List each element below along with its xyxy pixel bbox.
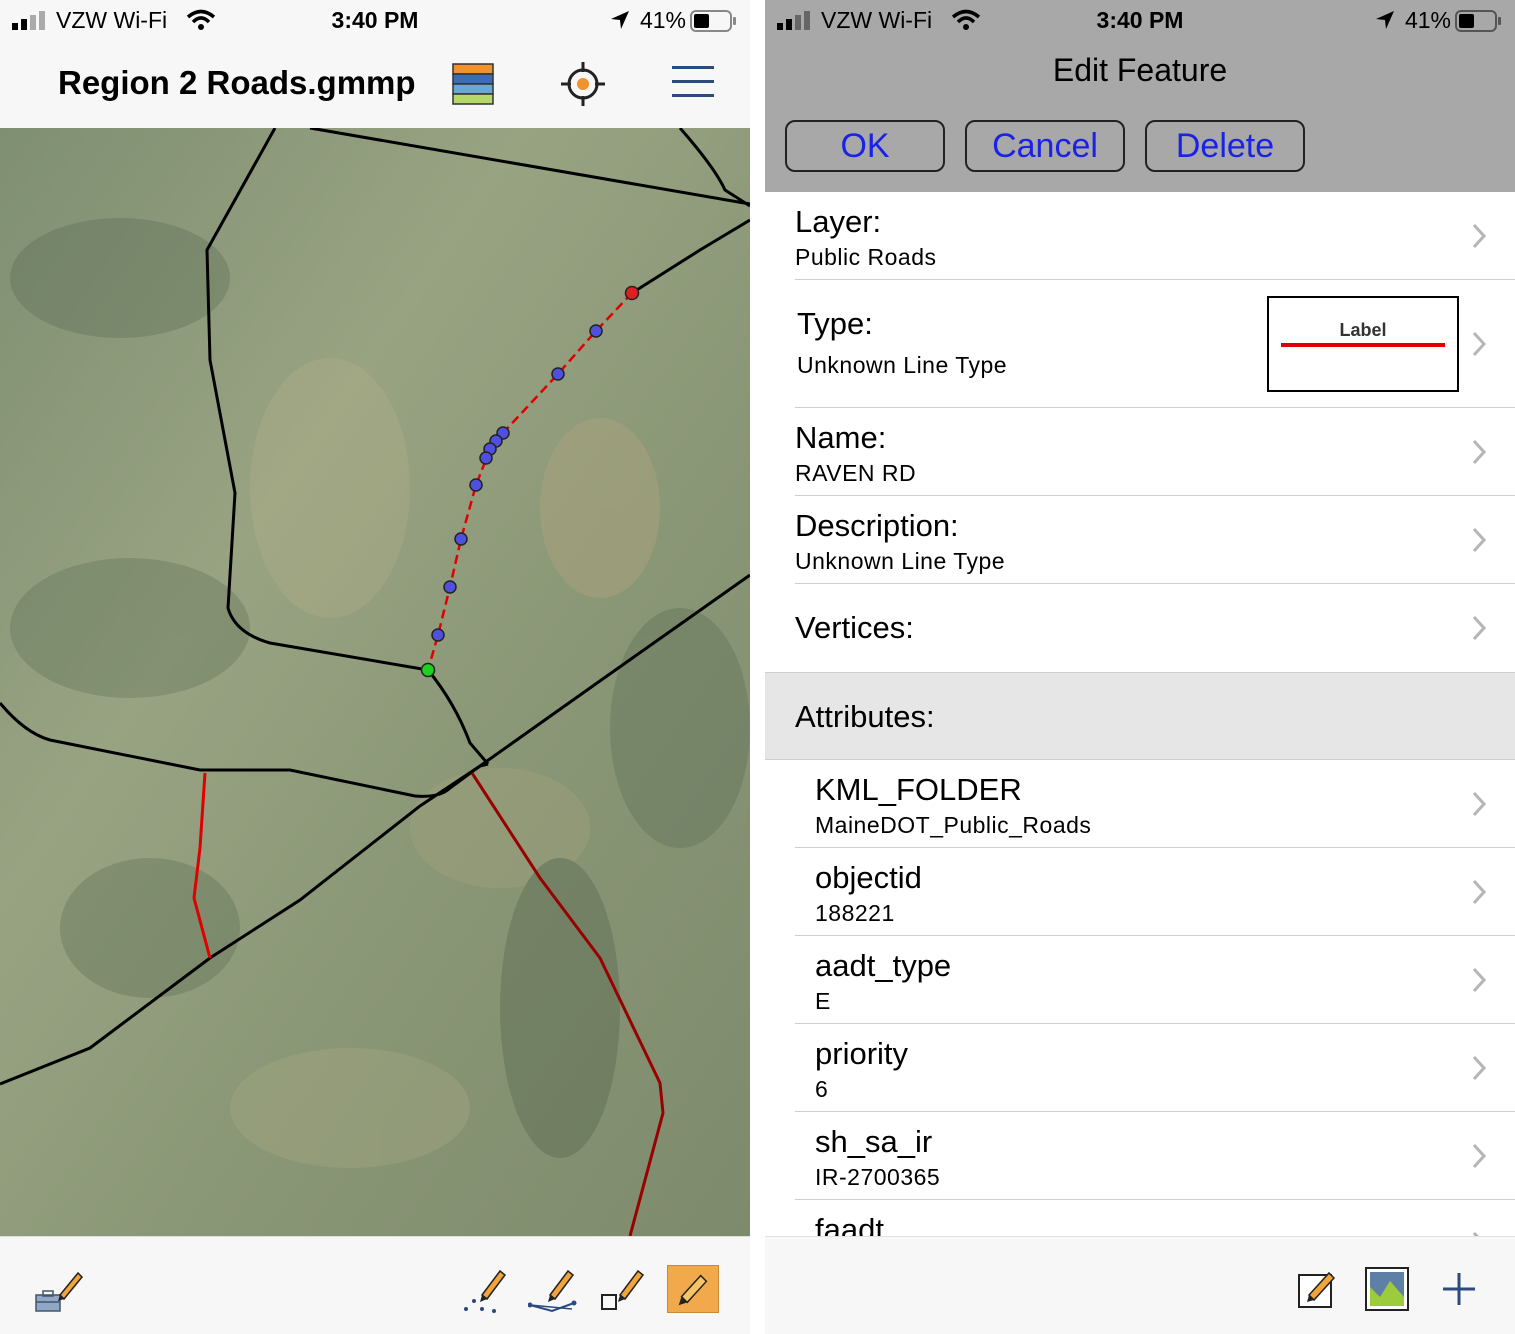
chevron-right-icon <box>1472 1055 1487 1081</box>
draw-line-icon[interactable] <box>528 1265 580 1317</box>
description-row[interactable]: Description: Unknown Line Type <box>765 496 1515 584</box>
locate-icon[interactable] <box>561 62 605 106</box>
cancel-button[interactable]: Cancel <box>965 120 1125 172</box>
battery-icon <box>1455 10 1501 32</box>
edit-note-icon[interactable] <box>1297 1269 1337 1309</box>
status-time: 3:40 PM <box>331 7 419 33</box>
chevron-right-icon <box>1472 223 1487 249</box>
map-header: Region 2 Roads.gmmp <box>0 42 750 128</box>
location-arrow-icon <box>611 11 629 29</box>
delete-button[interactable]: Delete <box>1145 120 1305 172</box>
attribute-row[interactable]: aadt_type E <box>765 936 1515 1024</box>
attribute-row[interactable]: priority 6 <box>765 1024 1515 1112</box>
feature-properties-list: Layer: Public Roads Type: Unknown Line T… <box>765 192 1515 1236</box>
layer-label: Layer: <box>795 204 882 239</box>
layer-row[interactable]: Layer: Public Roads <box>765 192 1515 280</box>
map-svg[interactable] <box>0 128 750 1236</box>
chevron-right-icon <box>1472 967 1487 993</box>
menu-icon[interactable] <box>672 64 714 100</box>
attribute-row[interactable]: KML_FOLDER MaineDOT_Public_Roads <box>765 760 1515 848</box>
attribute-value: E <box>815 988 831 1014</box>
vertex-marker[interactable] <box>469 478 483 492</box>
attribute-name: faadt <box>815 1212 884 1236</box>
attribute-value: 188221 <box>815 900 895 926</box>
chevron-right-icon <box>1472 791 1487 817</box>
ok-button[interactable]: OK <box>785 120 945 172</box>
photo-icon[interactable] <box>1365 1267 1409 1311</box>
chevron-right-icon <box>1472 331 1487 357</box>
type-label: Type: <box>797 306 873 341</box>
vertex-marker[interactable] <box>589 324 603 338</box>
map-toolbar <box>0 1236 750 1334</box>
status-bar: VZW Wi-Fi 3:40 PM 41% <box>0 0 750 42</box>
battery-icon <box>690 10 736 32</box>
vertex-marker[interactable] <box>551 367 565 381</box>
description-value: Unknown Line Type <box>795 548 1006 574</box>
chevron-right-icon <box>1472 439 1487 465</box>
edit-feature-header: VZW Wi-Fi 3:40 PM 41% Edit Feature OK Ca… <box>765 0 1515 192</box>
map-screen: VZW Wi-Fi 3:40 PM 41% Region 2 Roads.gmm… <box>0 0 750 1334</box>
vertices-label: Vertices: <box>795 610 914 645</box>
page-title: Edit Feature <box>1052 52 1228 88</box>
type-value: Unknown Line Type <box>797 352 1008 378</box>
draw-area-icon[interactable] <box>598 1265 650 1317</box>
description-label: Description: <box>795 508 959 543</box>
attribute-value: MaineDOT_Public_Roads <box>815 812 1092 838</box>
attribute-name: KML_FOLDER <box>815 772 1022 807</box>
toolbox-pencil-icon[interactable] <box>34 1265 86 1317</box>
add-icon[interactable] <box>1441 1271 1477 1307</box>
name-row[interactable]: Name: RAVEN RD <box>765 408 1515 496</box>
location-arrow-icon <box>1376 11 1394 29</box>
line-style-preview: Label <box>1267 296 1459 392</box>
end-vertex-marker[interactable] <box>624 285 640 301</box>
attribute-name: sh_sa_ir <box>815 1124 933 1159</box>
attribute-row[interactable]: objectid 188221 <box>765 848 1515 936</box>
status-bar: VZW Wi-Fi 3:40 PM 41% <box>765 0 1515 42</box>
attribute-name: aadt_type <box>815 948 952 983</box>
start-vertex-marker[interactable] <box>420 662 436 678</box>
attributes-header: Attributes: <box>795 699 935 734</box>
edit-feature-screen: VZW Wi-Fi 3:40 PM 41% Edit Feature OK Ca… <box>765 0 1515 1334</box>
type-row[interactable]: Type: Unknown Line Type Label <box>765 280 1515 408</box>
draw-points-icon[interactable] <box>460 1265 512 1317</box>
line-style-preview-label: Label <box>1339 320 1387 340</box>
attribute-row[interactable]: sh_sa_ir IR-2700365 <box>765 1112 1515 1200</box>
edit-feature-toolbar <box>765 1236 1515 1334</box>
map-title: Region 2 Roads.gmmp <box>58 64 416 101</box>
name-value: RAVEN RD <box>795 460 917 486</box>
attributes-section-header: Attributes: <box>765 672 1515 760</box>
attribute-name: objectid <box>815 860 922 895</box>
vertices-row[interactable]: Vertices: <box>765 584 1515 672</box>
attribute-value: 6 <box>815 1076 829 1102</box>
chevron-right-icon <box>1472 615 1487 641</box>
battery-percent: 41% <box>639 7 686 33</box>
attribute-row[interactable]: faadt <box>765 1200 1515 1236</box>
chevron-right-icon <box>1472 1143 1487 1169</box>
attribute-value: IR-2700365 <box>815 1164 941 1190</box>
edit-pencil-icon <box>678 1274 708 1306</box>
vertex-marker[interactable] <box>443 580 457 594</box>
layer-value: Public Roads <box>795 244 937 270</box>
status-time: 3:40 PM <box>1096 7 1184 33</box>
vertex-marker[interactable] <box>454 532 468 546</box>
vertex-marker[interactable] <box>479 451 493 465</box>
chevron-right-icon <box>1472 527 1487 553</box>
layers-icon[interactable] <box>452 62 494 106</box>
vertex-marker[interactable] <box>431 628 445 642</box>
battery-percent: 41% <box>1404 7 1451 33</box>
name-label: Name: <box>795 420 887 455</box>
edit-mode-button[interactable] <box>667 1265 719 1313</box>
chevron-right-icon <box>1472 879 1487 905</box>
panel-divider <box>750 0 765 1334</box>
map-canvas[interactable] <box>0 128 750 1236</box>
attribute-name: priority <box>815 1036 909 1071</box>
